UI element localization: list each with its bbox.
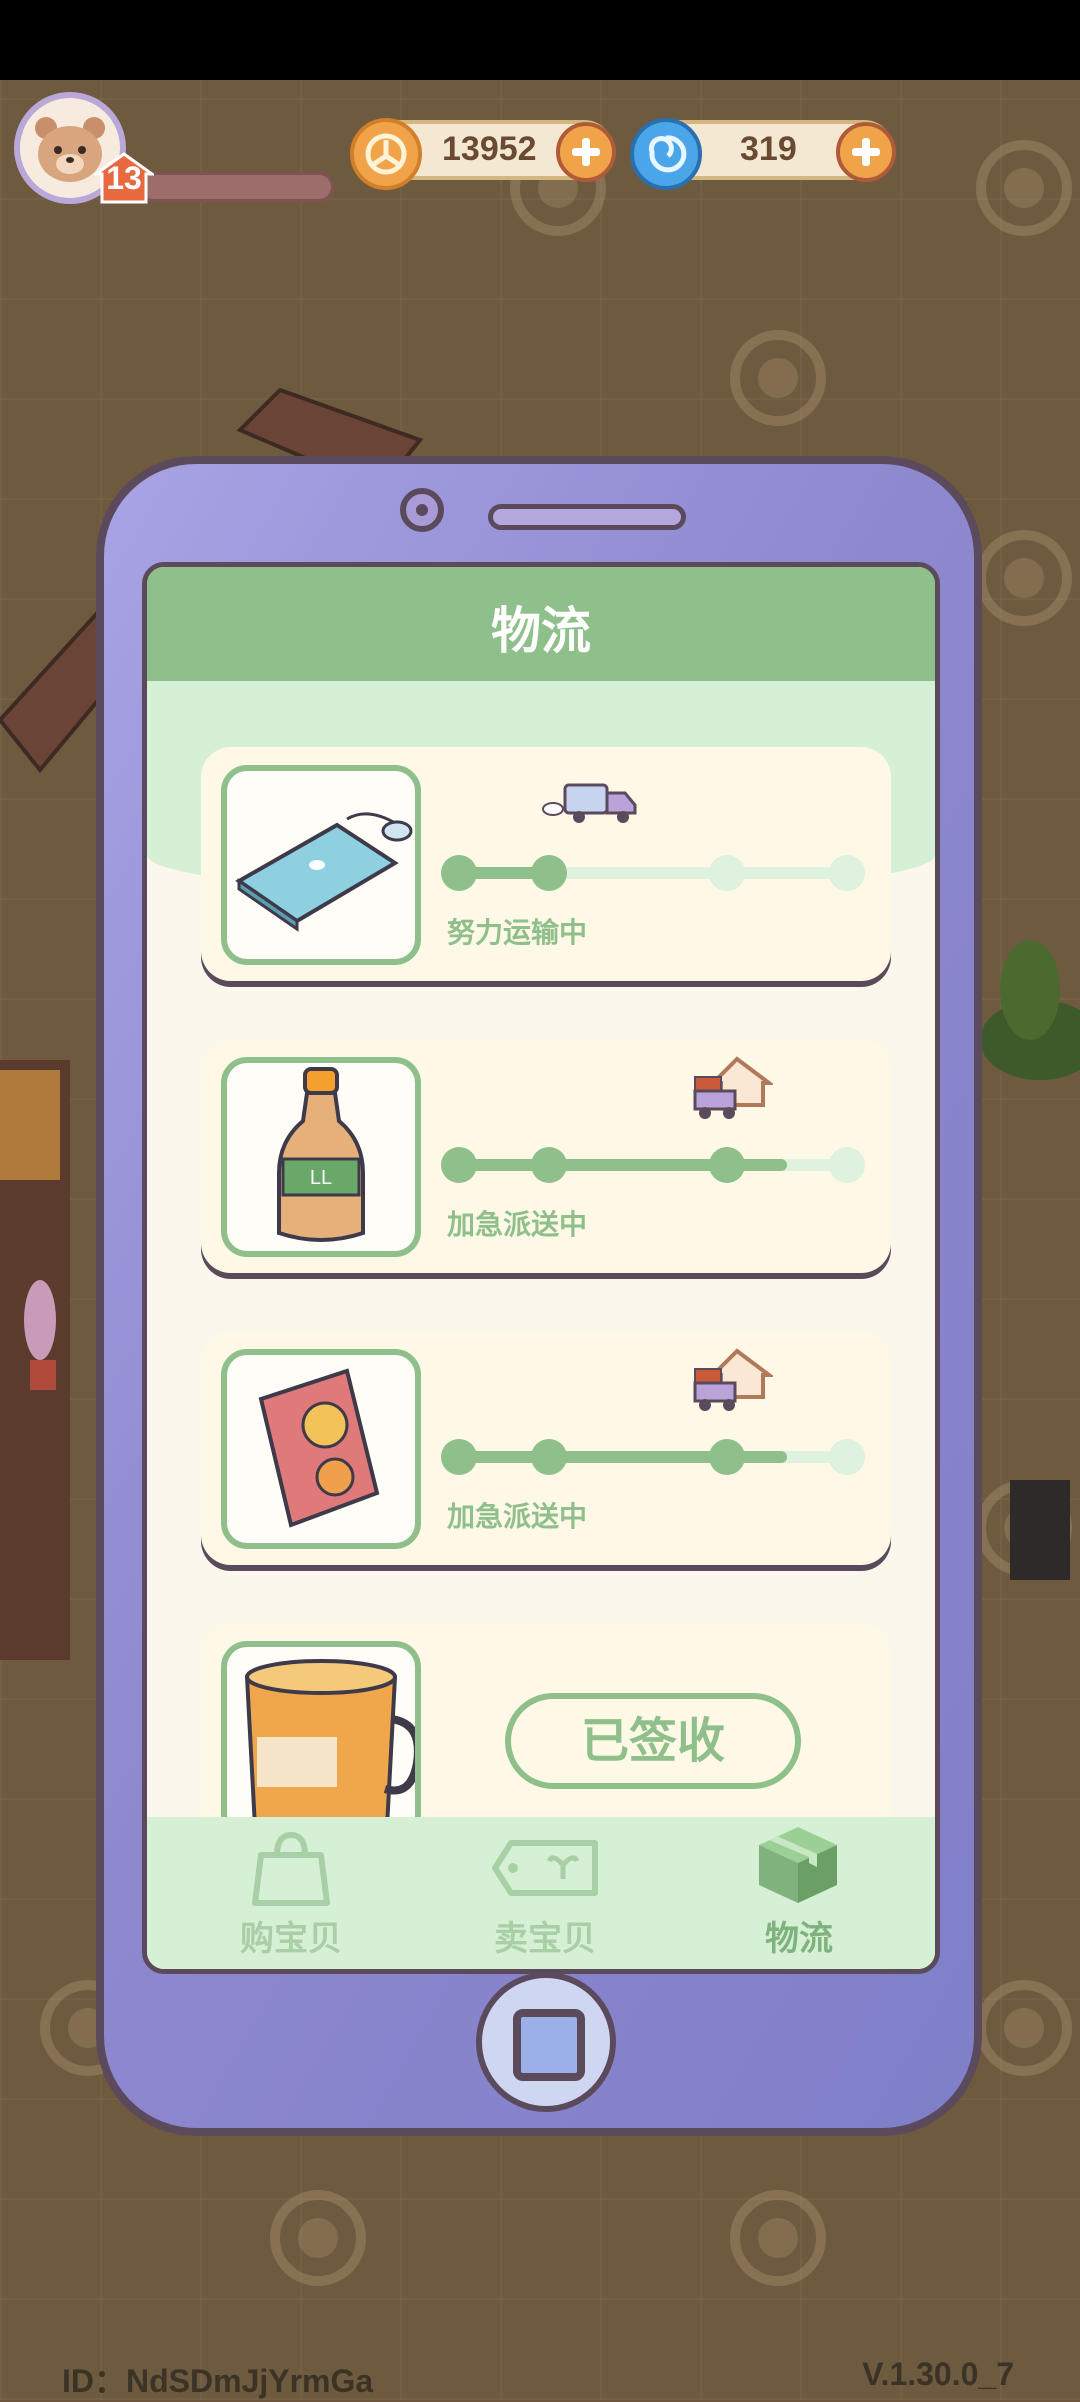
screen-title: 物流 bbox=[491, 602, 591, 660]
tab-label: 卖宝贝 bbox=[494, 1919, 596, 1959]
bottom-tab-bar: 购宝贝 卖宝贝 物流 bbox=[147, 1817, 935, 1969]
progress-step bbox=[829, 1147, 865, 1183]
item-frame: LL bbox=[221, 1057, 421, 1257]
gem-counter: 319 bbox=[630, 118, 896, 190]
coin-amount: 13952 bbox=[442, 130, 537, 168]
item-frame bbox=[221, 1641, 421, 1841]
progress-step bbox=[709, 1147, 745, 1183]
camera-icon bbox=[400, 488, 444, 532]
progress-step bbox=[441, 1147, 477, 1183]
sun-decoration-icon bbox=[730, 330, 826, 426]
experience-bar bbox=[138, 172, 334, 202]
signed-button[interactable]: 已签收 bbox=[505, 1693, 801, 1789]
coin-icon bbox=[350, 118, 422, 190]
shipment-status: 加急派送中 bbox=[447, 1208, 588, 1241]
sun-decoration-icon bbox=[976, 140, 1072, 236]
tab-logistics[interactable]: 物流 bbox=[699, 1817, 899, 1969]
shipment-card[interactable]: 努力运输中 bbox=[201, 747, 891, 981]
sun-decoration-icon bbox=[270, 2190, 366, 2286]
speaker-grille bbox=[488, 504, 686, 530]
mug-icon bbox=[244, 1659, 415, 1829]
progress-step bbox=[709, 1439, 745, 1475]
logistics-screen: 物流 努力运输中 LL 加急派送中 加急派送中 已签收 购宝贝 卖宝贝 物流 bbox=[142, 562, 940, 1974]
soda-bottle-icon: LL bbox=[277, 1067, 365, 1242]
svg-text:LL: LL bbox=[310, 1167, 332, 1189]
progress-step bbox=[531, 855, 567, 891]
tab-buy[interactable]: 购宝贝 bbox=[191, 1817, 391, 1969]
progress-step bbox=[829, 1439, 865, 1475]
item-frame bbox=[221, 765, 421, 965]
sun-decoration-icon bbox=[976, 1980, 1072, 2076]
delivery-truck-icon bbox=[542, 783, 637, 823]
sun-decoration-icon bbox=[730, 2190, 826, 2286]
package-box-icon bbox=[759, 1827, 837, 1903]
phone-home-button[interactable] bbox=[476, 1972, 616, 2112]
plant-scenery bbox=[980, 940, 1080, 1580]
house-truck-icon bbox=[693, 1348, 773, 1411]
shopping-bag-icon bbox=[252, 1831, 330, 1906]
status-bar bbox=[0, 0, 1080, 80]
tab-label: 购宝贝 bbox=[240, 1919, 342, 1959]
shipment-status: 加急派送中 bbox=[447, 1500, 588, 1533]
item-frame bbox=[221, 1349, 421, 1549]
phone-device: 物流 努力运输中 LL 加急派送中 加急派送中 已签收 购宝贝 卖宝贝 物流 bbox=[96, 456, 982, 2136]
progress-step bbox=[441, 1439, 477, 1475]
gem-amount: 319 bbox=[740, 130, 797, 168]
shipment-status: 努力运输中 bbox=[447, 916, 588, 949]
progress-step bbox=[531, 1439, 567, 1475]
coin-counter: 13952 bbox=[350, 118, 616, 190]
add-gems-button[interactable] bbox=[836, 122, 896, 182]
progress-track bbox=[441, 1439, 865, 1475]
tab-label: 物流 bbox=[765, 1919, 833, 1959]
screen-header: 物流 bbox=[147, 567, 935, 681]
snack-bag-icon bbox=[258, 1368, 380, 1528]
progress-step bbox=[709, 855, 745, 891]
shipment-card[interactable]: 加急派送中 bbox=[201, 1331, 891, 1565]
house-truck-icon bbox=[693, 1056, 773, 1119]
progress-step bbox=[441, 855, 477, 891]
progress-step bbox=[531, 1147, 567, 1183]
level-badge: 13 bbox=[94, 152, 154, 204]
tab-sell[interactable]: 卖宝贝 bbox=[445, 1817, 645, 1969]
player-id: ID：NdSDmJjYrmGa bbox=[62, 2363, 374, 2399]
shipment-card[interactable]: LL 加急派送中 bbox=[201, 1039, 891, 1273]
app-version: V.1.30.0_7 bbox=[862, 2356, 1014, 2392]
add-coins-button[interactable] bbox=[556, 122, 616, 182]
sun-decoration-icon bbox=[976, 530, 1072, 626]
progress-track bbox=[441, 855, 865, 891]
progress-track bbox=[441, 1147, 865, 1183]
progress-step bbox=[829, 855, 865, 891]
keyboard-mouse-icon bbox=[235, 812, 413, 932]
swirl-gem-icon bbox=[630, 118, 702, 190]
level-number: 13 bbox=[106, 160, 142, 196]
price-tag-icon bbox=[492, 1840, 598, 1896]
